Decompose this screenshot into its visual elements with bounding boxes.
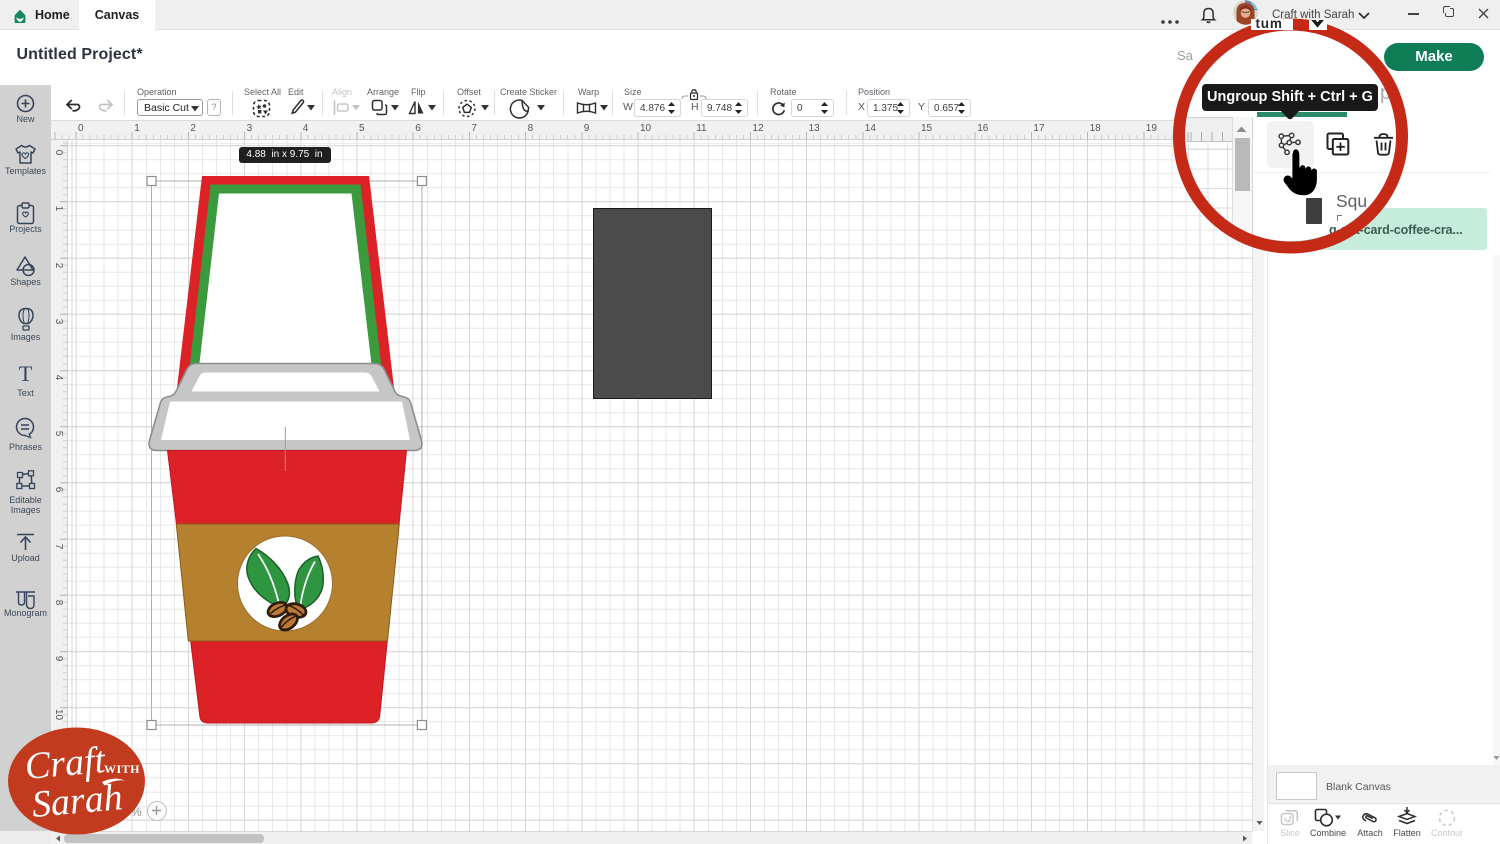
svg-text:Sarah: Sarah (30, 776, 124, 826)
svg-text:WITH: WITH (104, 762, 140, 776)
